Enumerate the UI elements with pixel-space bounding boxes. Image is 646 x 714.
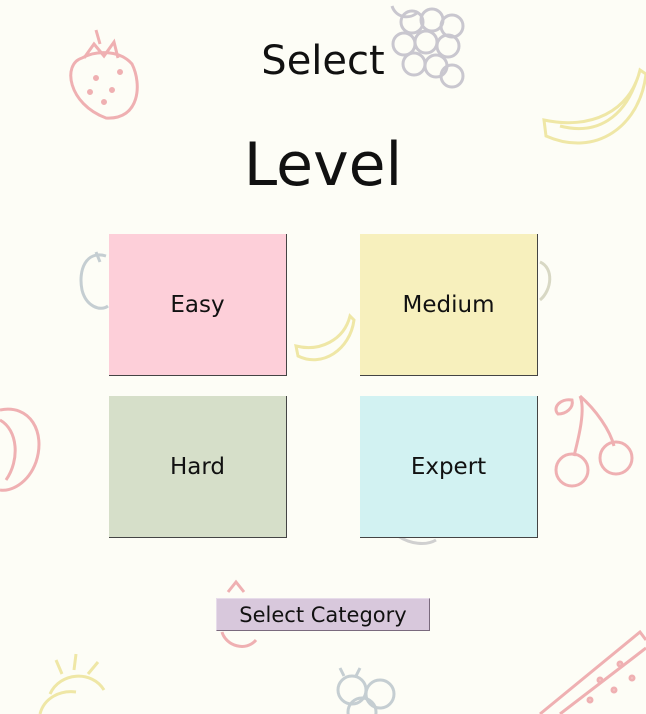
peach-icon [0, 407, 41, 492]
pineapple-icon [38, 653, 106, 714]
pear-icon [538, 260, 552, 302]
apple-icon [79, 251, 109, 310]
watermelon-icon [539, 629, 646, 714]
banana-icon [294, 313, 356, 362]
page-title-select: Select [261, 38, 385, 84]
level-expert-button[interactable]: Expert [360, 396, 538, 538]
cherry-icon [554, 394, 634, 488]
level-hard-button[interactable]: Hard [109, 396, 287, 538]
blueberry-icon [336, 667, 396, 714]
level-easy-button[interactable]: Easy [109, 234, 287, 376]
select-category-button[interactable]: Select Category [216, 598, 430, 631]
level-medium-button[interactable]: Medium [360, 234, 538, 376]
page-title-level: Level [243, 130, 403, 200]
